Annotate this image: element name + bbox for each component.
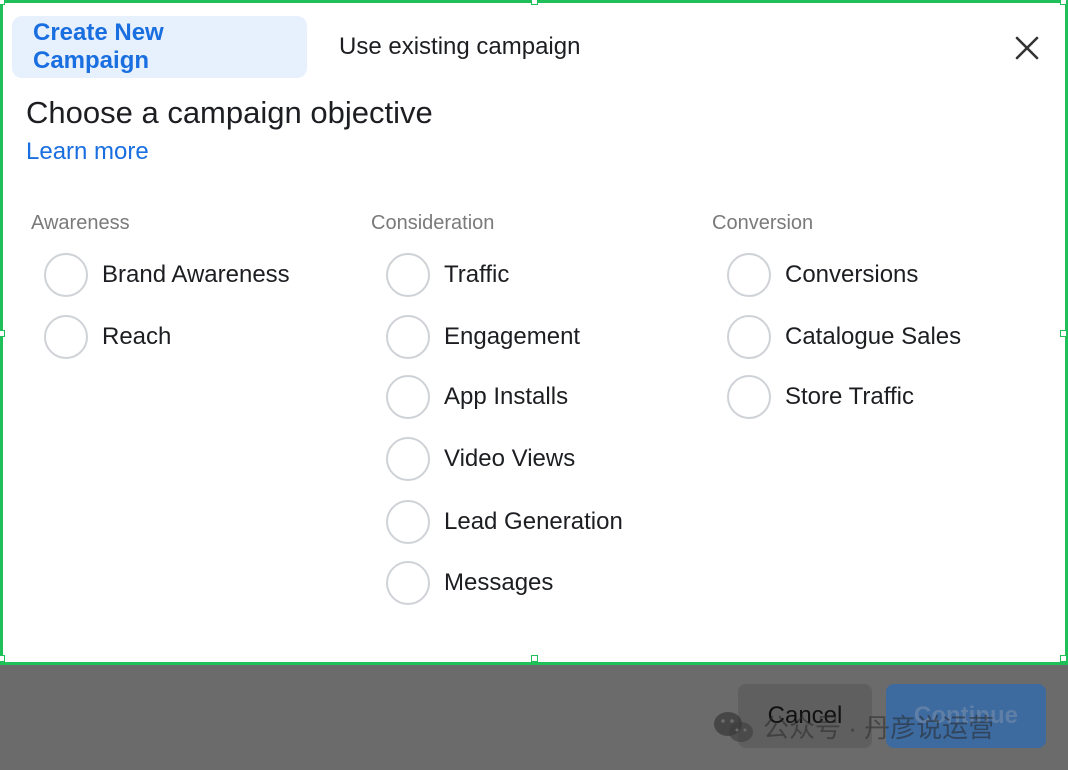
radio-button[interactable] [386,253,430,297]
resize-handle[interactable] [0,330,5,337]
radio-button[interactable] [386,315,430,359]
option-label: Catalogue Sales [785,323,962,350]
radio-button[interactable] [727,253,771,297]
objective-option[interactable]: Conversions [727,253,918,297]
objective-option[interactable]: Catalogue Sales [727,315,961,359]
objective-option[interactable]: Reach [44,315,171,359]
tab-create-new-campaign[interactable]: Create New Campaign [12,16,307,78]
column-title: Conversion [712,212,814,234]
objective-option[interactable]: Video Views [386,437,575,481]
option-label: Video Views [444,445,576,472]
radio-button[interactable] [386,561,430,605]
campaign-dialog: Create New Campaign Use existing campaig… [0,0,1068,665]
close-icon[interactable] [1011,32,1043,64]
option-label: Engagement [444,323,581,350]
resize-handle[interactable] [531,0,538,5]
option-label: App Installs [444,383,569,410]
column-title: Consideration [371,212,495,234]
objective-option[interactable]: Engagement [386,315,580,359]
option-label: Brand Awareness [102,261,290,288]
objective-column-consideration: Consideration [371,212,494,242]
objective-column-conversion: Conversion [712,212,813,242]
option-label: Lead Generation [444,508,623,535]
objective-option[interactable]: Traffic [386,253,509,297]
objective-option[interactable]: App Installs [386,375,568,419]
wechat-icon [714,711,753,742]
watermark-text: 公众号 · 丹彦说运营 [763,713,995,743]
option-label: Conversions [785,261,919,288]
radio-button[interactable] [44,315,88,359]
resize-handle[interactable] [1060,655,1067,662]
objective-option[interactable]: Brand Awareness [44,253,290,297]
resize-handle[interactable] [1060,0,1067,5]
objective-option[interactable]: Lead Generation [386,500,623,544]
radio-button[interactable] [386,375,430,419]
resize-handle[interactable] [531,655,538,662]
radio-button[interactable] [386,437,430,481]
objective-option[interactable]: Messages [386,561,553,605]
objective-option[interactable]: Store Traffic [727,375,914,419]
watermark: 公众号 · 丹彦说运营 [713,708,994,745]
radio-button[interactable] [386,500,430,544]
page-title: Choose a campaign objective [26,95,433,130]
radio-button[interactable] [727,375,771,419]
radio-button[interactable] [727,315,771,359]
tab-use-existing-campaign[interactable]: Use existing campaign [307,16,601,78]
option-label: Messages [444,569,554,596]
campaign-tabs: Create New Campaign Use existing campaig… [12,16,601,78]
learn-more-link[interactable]: Learn more [26,138,149,166]
option-label: Traffic [444,261,510,288]
option-label: Store Traffic [785,383,914,410]
resize-handle[interactable] [0,655,5,662]
option-label: Reach [102,323,172,350]
column-title: Awareness [31,212,130,234]
objective-column-awareness: Awareness [31,212,130,242]
radio-button[interactable] [44,253,88,297]
resize-handle[interactable] [1060,330,1067,337]
resize-handle[interactable] [0,0,5,5]
